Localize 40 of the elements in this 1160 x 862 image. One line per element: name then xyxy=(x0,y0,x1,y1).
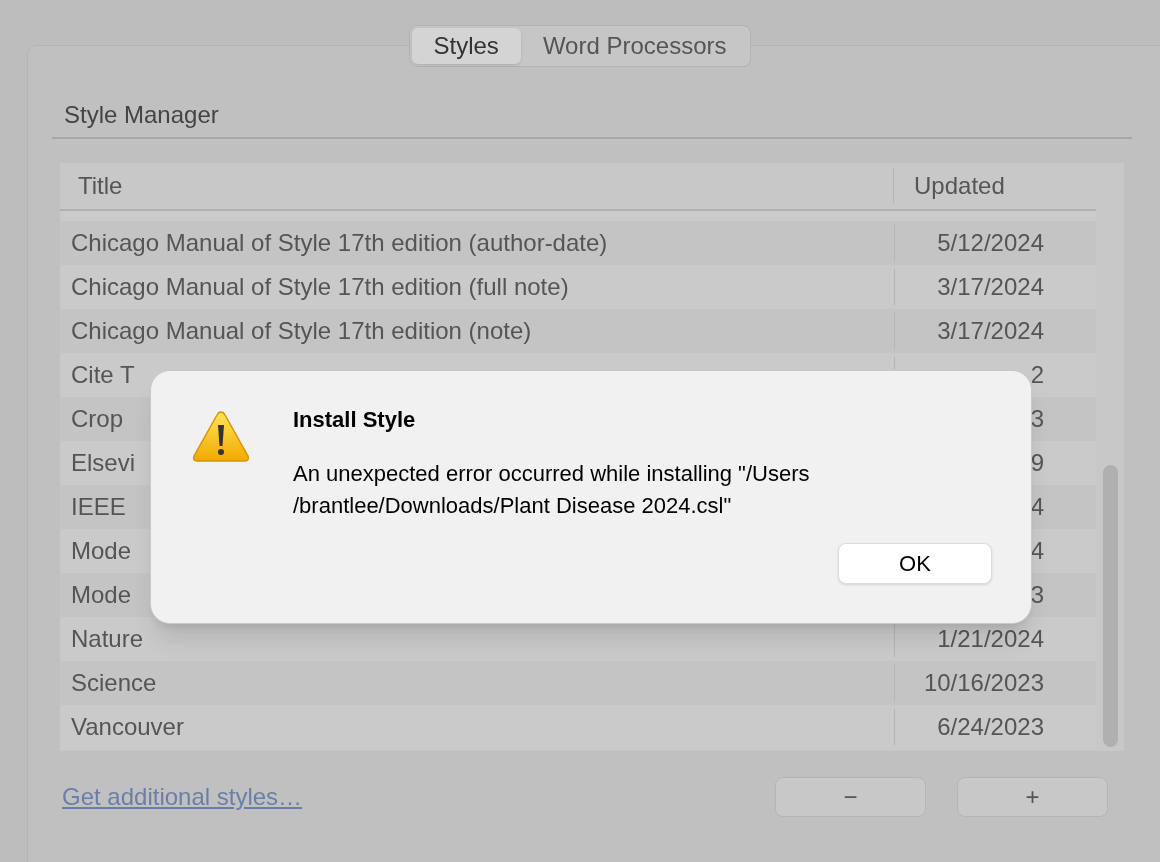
updated-date: 5/12/2024 xyxy=(937,228,1044,258)
updated-date: 4 xyxy=(1030,492,1044,522)
updated-date: 2 xyxy=(1030,360,1044,390)
dialog-title: Install Style xyxy=(293,406,417,434)
table-row[interactable]: Chicago Manual of Style 17th edition (note) 3/17/2024 xyxy=(60,309,1096,353)
column-header[interactable]: Updated xyxy=(894,168,1005,204)
style-title: Elsevi xyxy=(71,448,136,478)
style-title: Chicago Manual of Style 17th edition (full note) xyxy=(71,272,569,302)
remove-button[interactable]: − xyxy=(775,777,926,817)
ok-button[interactable]: OK xyxy=(838,543,992,584)
style-title: Cite T xyxy=(71,360,135,390)
updated-date: 10/16/2023 xyxy=(923,668,1044,698)
style-title: IEEE xyxy=(71,492,126,522)
style-title: Crop xyxy=(71,404,124,434)
updated-date: 3 xyxy=(1030,404,1044,434)
table-row[interactable]: Science 10/16/2023 xyxy=(60,661,1096,705)
updated-date: 4 xyxy=(1030,536,1044,566)
tab[interactable]: Styles xyxy=(411,28,521,64)
style-title: Chicago Manual of Style 17th edition (note) xyxy=(71,316,532,346)
table-row[interactable]: Chicago Manual of Style 17th edition (author-date) 5/12/2024 xyxy=(60,221,1096,265)
column-header[interactable]: Title xyxy=(60,168,894,204)
style-title: Science xyxy=(71,668,157,698)
style-title: Chicago Manual of Style 17th edition (author-date) xyxy=(71,228,608,258)
updated-date: 9 xyxy=(1030,448,1044,478)
add-button[interactable]: + xyxy=(957,777,1108,817)
style-title: Mode xyxy=(71,580,132,610)
updated-date: 3 xyxy=(1030,580,1044,610)
warning-icon xyxy=(192,410,250,463)
style-title: Nature xyxy=(71,624,144,654)
updated-date: 3/17/2024 xyxy=(937,272,1044,302)
updated-date: 6/24/2023 xyxy=(937,712,1044,742)
dialog-message: An unexpected error occurred while installing "/Users /brantlee/Downloads/Plant Disease 2024.csl" xyxy=(293,460,811,520)
updated-date: 3/17/2024 xyxy=(937,316,1044,346)
style-title: Vancouver xyxy=(71,712,184,742)
scrollbar-thumb[interactable] xyxy=(1102,465,1118,747)
tab[interactable]: Word Processors xyxy=(520,28,749,64)
updated-date: 1/21/2024 xyxy=(937,624,1044,654)
style-title: Mode xyxy=(71,536,132,566)
section-title: Style Manager xyxy=(63,101,219,128)
scrollbar[interactable] xyxy=(1096,163,1124,751)
